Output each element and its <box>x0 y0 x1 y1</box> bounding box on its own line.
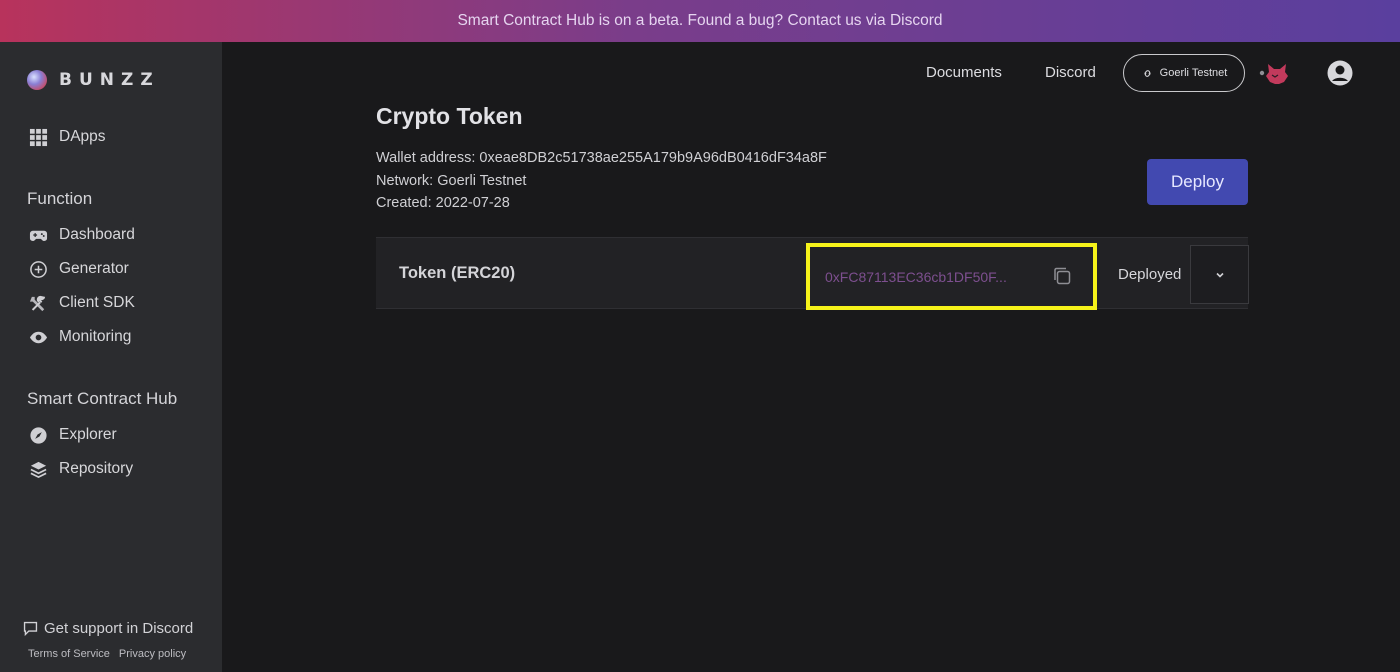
created-date-text: Created: 2022-07-28 <box>376 195 510 211</box>
sidebar-item-repository[interactable]: Repository <box>27 458 133 480</box>
contract-name: Token (ERC20) <box>399 264 516 282</box>
copy-icon[interactable] <box>1051 265 1073 287</box>
sidebar-item-label: Generator <box>59 260 129 277</box>
contract-address[interactable]: 0xFC87113EC36cb1DF50F... <box>825 269 1025 285</box>
function-section-title: Function <box>27 189 93 208</box>
contract-address-highlight: 0xFC87113EC36cb1DF50F... <box>806 243 1097 310</box>
sidebar-item-label: Explorer <box>59 426 117 443</box>
network-link-icon <box>1144 69 1151 77</box>
expand-button[interactable] <box>1190 245 1249 304</box>
wallet-fox-icon[interactable] <box>1258 60 1292 86</box>
beta-banner: Smart Contract Hub is on a beta. Found a… <box>0 0 1400 42</box>
terms-link[interactable]: Terms of Service <box>28 648 110 660</box>
network-label: Goerli Testnet <box>1159 67 1228 79</box>
sidebar-item-label: Client SDK <box>59 294 135 311</box>
layers-icon <box>27 458 49 480</box>
deploy-button[interactable]: Deploy <box>1147 159 1248 205</box>
compass-icon <box>27 424 49 446</box>
sidebar-item-generator[interactable]: Generator <box>27 258 129 280</box>
chat-bubble-icon <box>23 621 38 637</box>
contract-row: Token (ERC20) 0xFC87113EC36cb1DF50F... D… <box>376 237 1249 310</box>
banner-text: Smart Contract Hub is on a beta. Found a… <box>457 12 943 29</box>
sidebar-item-label: DApps <box>59 128 106 145</box>
grid-icon <box>27 126 49 148</box>
tools-icon <box>27 292 49 314</box>
sidebar-item-client-sdk[interactable]: Client SDK <box>27 292 135 314</box>
sidebar-item-explorer[interactable]: Explorer <box>27 424 117 446</box>
sidebar-item-dashboard[interactable]: Dashboard <box>27 224 135 246</box>
wallet-address-text: Wallet address: 0xeae8DB2c51738ae255A179… <box>376 150 827 166</box>
sidebar-item-label: Monitoring <box>59 328 132 345</box>
deploy-status: Deployed <box>1118 266 1182 283</box>
gamepad-icon <box>27 224 49 246</box>
sidebar: BUNZZ DApps Function Dashboard Generator… <box>0 42 222 672</box>
support-label: Get support in Discord <box>44 620 194 637</box>
user-avatar-icon[interactable] <box>1327 60 1353 86</box>
legal-links: Terms of Service Privacy policy <box>28 648 186 660</box>
network-text: Network: Goerli Testnet <box>376 173 527 189</box>
page-title: Crypto Token <box>376 103 523 129</box>
plus-circle-icon <box>27 258 49 280</box>
discord-link[interactable]: Discord <box>1045 64 1096 81</box>
eye-icon <box>27 326 49 348</box>
documents-link[interactable]: Documents <box>926 64 1002 81</box>
chevron-down-icon <box>1215 272 1224 278</box>
privacy-link[interactable]: Privacy policy <box>119 648 186 660</box>
brand-logo[interactable]: BUNZZ <box>27 70 160 90</box>
network-selector[interactable]: Goerli Testnet <box>1123 54 1245 92</box>
sidebar-item-dapps[interactable]: DApps <box>27 126 106 148</box>
sidebar-item-label: Repository <box>59 460 134 477</box>
brand-name: BUNZZ <box>59 70 160 90</box>
hub-section-title: Smart Contract Hub <box>27 389 178 408</box>
support-link[interactable]: Get support in Discord <box>22 620 193 637</box>
sidebar-item-label: Dashboard <box>59 226 135 243</box>
logo-mark-icon <box>27 70 47 90</box>
sidebar-item-monitoring[interactable]: Monitoring <box>27 326 131 348</box>
